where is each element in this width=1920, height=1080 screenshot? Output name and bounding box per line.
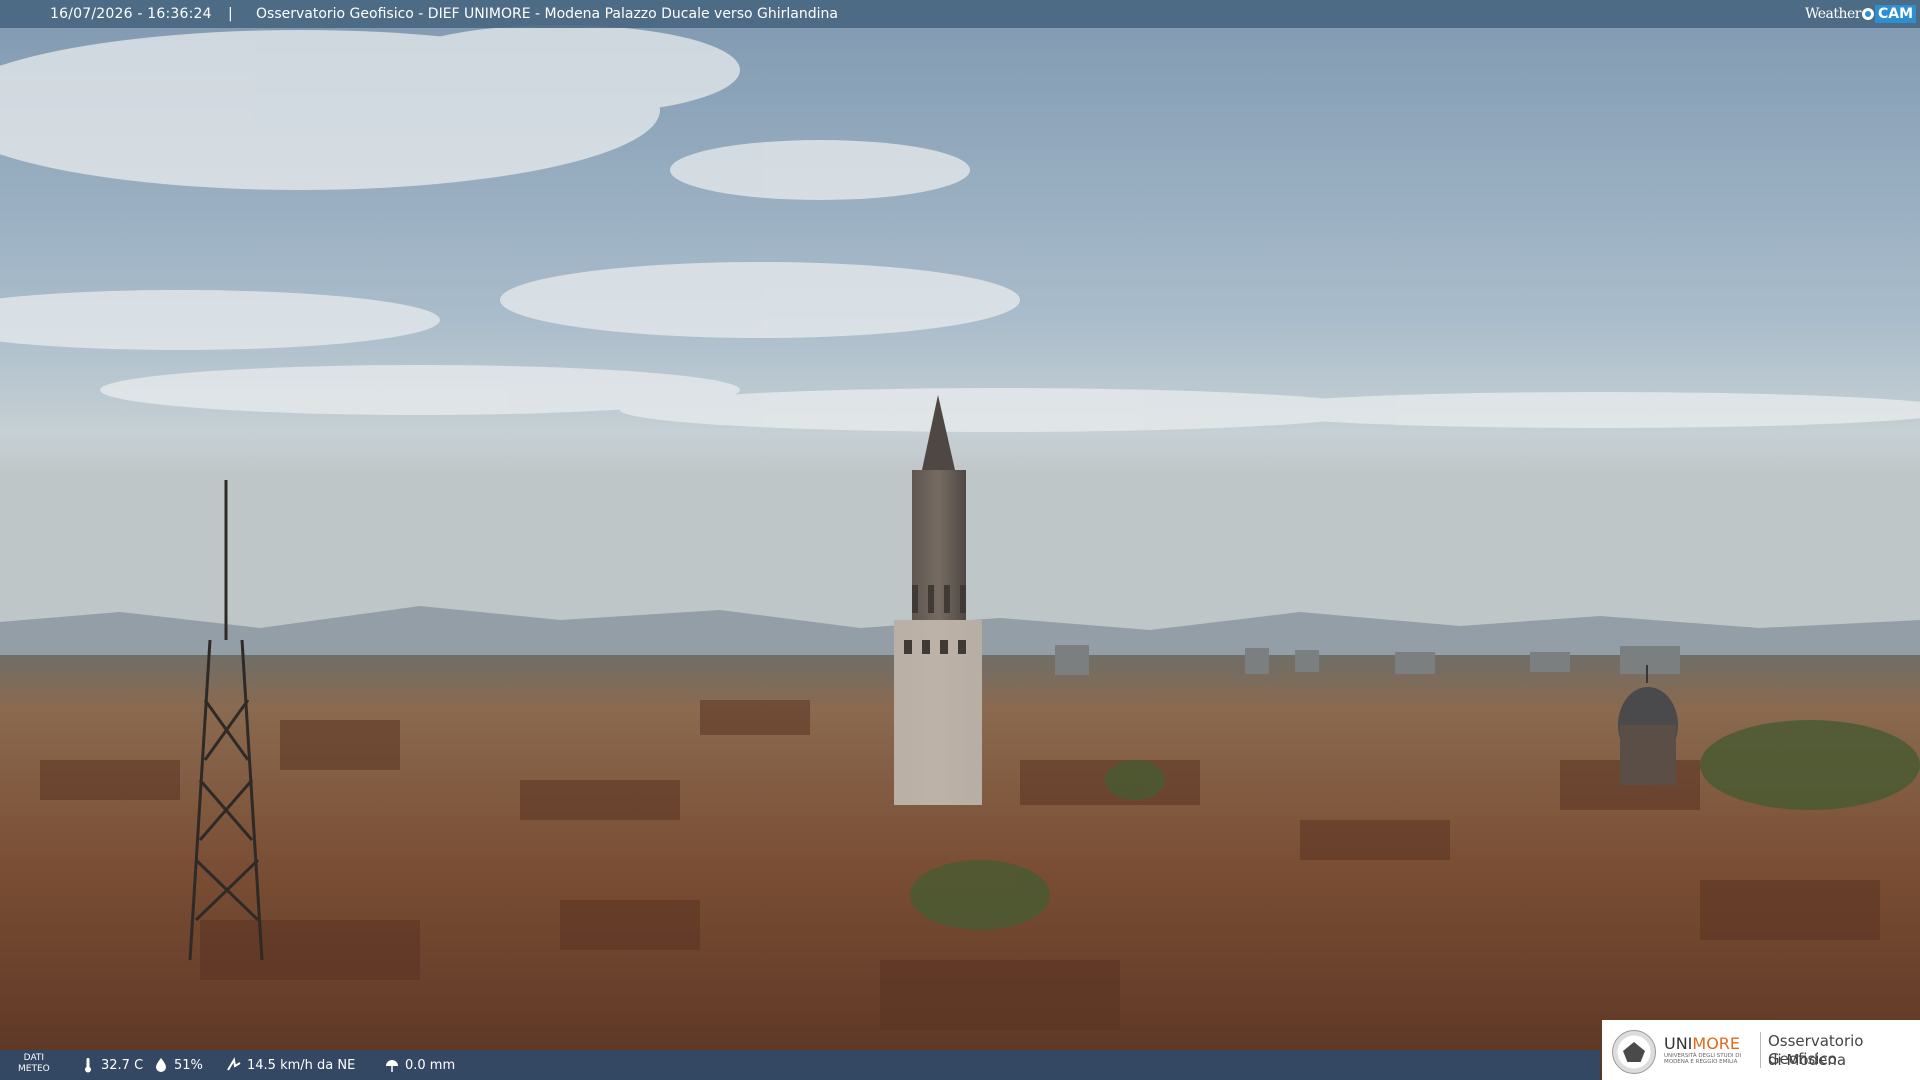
logo-divider bbox=[1760, 1032, 1761, 1068]
wind-icon bbox=[227, 1057, 241, 1071]
header-separator: | bbox=[228, 6, 233, 22]
wind-value: 14.5 km/h da NE bbox=[247, 1057, 356, 1073]
weathercam-dot-icon bbox=[1861, 8, 1874, 20]
weathercam-logo: Weather CAM bbox=[1797, 0, 1920, 28]
rain-reading: 0.0 mm bbox=[384, 1057, 455, 1073]
rain-value: 0.0 mm bbox=[405, 1057, 456, 1073]
unimore-subtitle: UNIVERSITÀ DEGLI STUDI DI MODENA E REGGI… bbox=[1664, 1053, 1742, 1065]
header-bar: 16/07/2026 - 16:36:24 | Osservatorio Geo… bbox=[0, 0, 1920, 28]
humidity-icon bbox=[156, 1058, 166, 1072]
weather-data-label: DATI METEO bbox=[18, 1053, 50, 1074]
wind-reading: 14.5 km/h da NE bbox=[226, 1057, 355, 1073]
timestamp: 16/07/2026 - 16:36:24 bbox=[50, 6, 212, 22]
weather-data-bar: DATI METEO 32.7 C 51% 14.5 km/h da NE 0.… bbox=[0, 1050, 1600, 1080]
thermometer-icon bbox=[85, 1058, 91, 1073]
humidity-reading: 51% bbox=[153, 1057, 203, 1073]
unimore-wordmark: UNIMORE bbox=[1664, 1034, 1741, 1053]
observatory-name-line2: di Modena bbox=[1768, 1051, 1847, 1069]
webcam-view bbox=[0, 0, 1920, 1080]
humidity-value: 51% bbox=[174, 1057, 203, 1073]
camera-title: Osservatorio Geofisico - DIEF UNIMORE - … bbox=[256, 6, 838, 22]
university-seal-icon bbox=[1612, 1030, 1656, 1074]
weathercam-weather-text: Weather bbox=[1804, 6, 1862, 22]
temperature-reading: 32.7 C bbox=[80, 1057, 143, 1073]
unimore-logo-panel: UNIMORE UNIVERSITÀ DEGLI STUDI DI MODENA… bbox=[1602, 1020, 1920, 1080]
weathercam-cam-text: CAM bbox=[1874, 5, 1916, 23]
temperature-value: 32.7 C bbox=[101, 1057, 144, 1073]
rain-gauge-icon bbox=[386, 1060, 398, 1072]
